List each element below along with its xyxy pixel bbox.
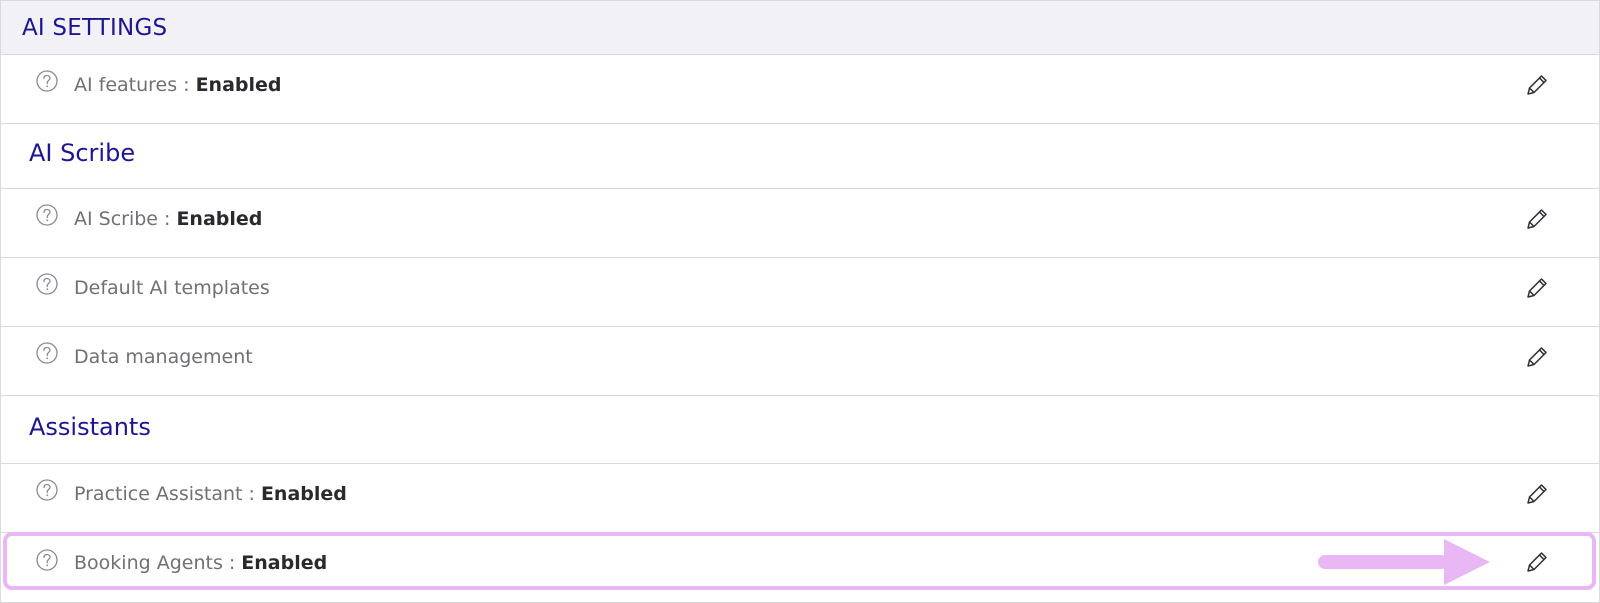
help-circle-icon[interactable] <box>36 549 58 571</box>
pencil-icon[interactable] <box>1524 481 1550 507</box>
setting-label-booking-agents: Booking Agents : Enabled <box>74 552 327 574</box>
settings-header: AI SETTINGS <box>1 1 1599 55</box>
setting-label: Practice Assistant : <box>74 483 255 505</box>
section-title-assistants: Assistants <box>29 413 151 441</box>
setting-row-ai-features: AI features : Enabled <box>1 55 1599 124</box>
pencil-icon[interactable] <box>1524 275 1550 301</box>
setting-row-default-ai-templates: Default AI templates <box>1 258 1599 327</box>
setting-label-practice-assistant: Practice Assistant : Enabled <box>74 483 347 505</box>
setting-row-data-management: Data management <box>1 327 1599 396</box>
setting-label: Booking Agents : <box>74 552 236 574</box>
setting-label: AI Scribe : <box>74 208 171 230</box>
page-title: AI SETTINGS <box>22 15 168 41</box>
pencil-icon[interactable] <box>1524 206 1550 232</box>
help-circle-icon[interactable] <box>36 342 58 364</box>
ai-settings-panel: AI SETTINGS AI features : Enabled AI Scri… <box>0 0 1600 603</box>
setting-row-booking-agents: Booking Agents : Enabled <box>1 533 1599 602</box>
help-circle-icon[interactable] <box>36 479 58 501</box>
setting-label-ai-features: AI features : Enabled <box>74 74 282 96</box>
pencil-icon[interactable] <box>1524 344 1550 370</box>
setting-row-ai-scribe: AI Scribe : Enabled <box>1 189 1599 258</box>
setting-label-data-management: Data management <box>74 346 253 368</box>
help-circle-icon[interactable] <box>36 204 58 226</box>
setting-label-default-ai-templates: Default AI templates <box>74 277 270 299</box>
setting-label-ai-scribe: AI Scribe : Enabled <box>74 208 262 230</box>
setting-label: AI features : <box>74 74 190 96</box>
help-circle-icon[interactable] <box>36 273 58 295</box>
section-title-ai-scribe: AI Scribe <box>29 139 136 167</box>
help-circle-icon[interactable] <box>36 70 58 92</box>
pencil-icon[interactable] <box>1524 72 1550 98</box>
setting-row-practice-assistant: Practice Assistant : Enabled <box>1 464 1599 533</box>
pencil-icon[interactable] <box>1524 549 1550 575</box>
setting-value: Enabled <box>195 74 282 96</box>
section-assistants: Assistants <box>1 396 1599 464</box>
section-ai-scribe: AI Scribe <box>1 124 1599 189</box>
setting-value: Enabled <box>241 552 328 574</box>
setting-value: Enabled <box>260 483 347 505</box>
setting-value: Enabled <box>176 208 263 230</box>
